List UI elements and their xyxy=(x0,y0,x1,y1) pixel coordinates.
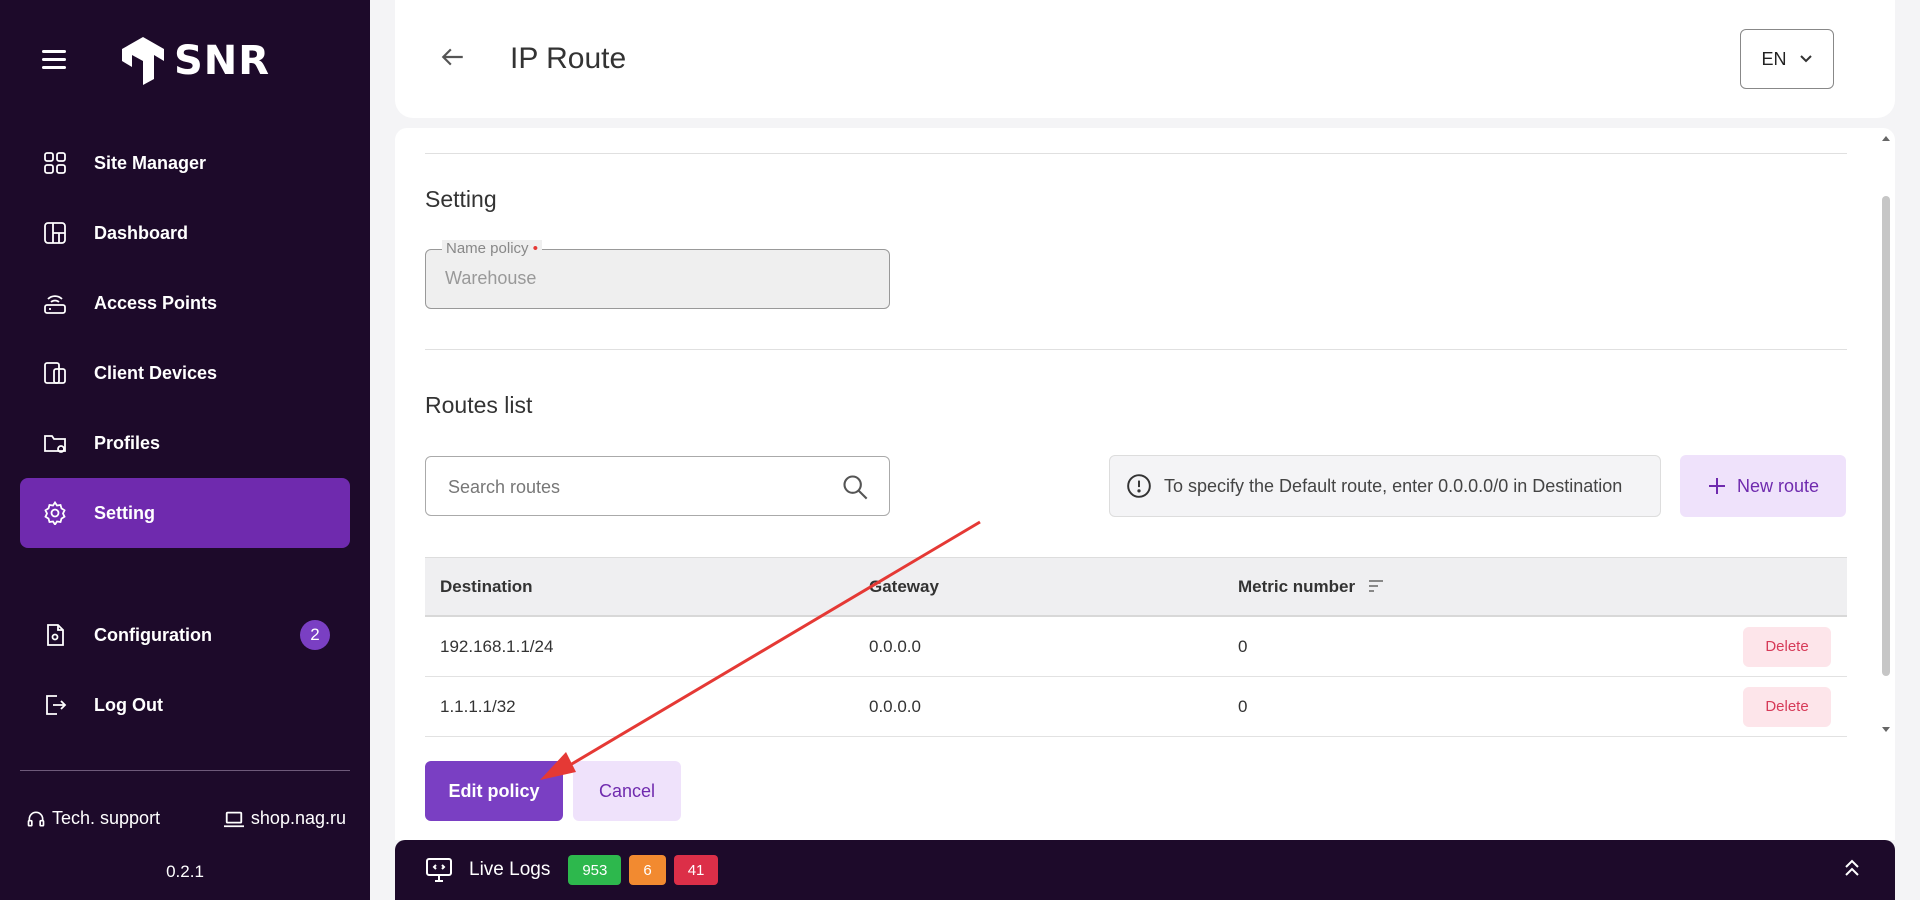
sidebar-footer: Tech. support shop.nag.ru xyxy=(26,808,346,829)
column-metric-label: Metric number xyxy=(1238,576,1356,596)
default-route-hint: To specify the Default route, enter 0.0.… xyxy=(1109,455,1661,517)
search-icon[interactable] xyxy=(841,473,869,501)
app-version: 0.2.1 xyxy=(166,862,204,881)
sidebar-item-label: Access Points xyxy=(94,292,218,313)
logout-icon xyxy=(42,692,68,718)
search-routes-input[interactable]: Search routes xyxy=(425,456,890,516)
access-point-icon xyxy=(42,290,68,316)
page-title: IP Route xyxy=(510,42,627,75)
page-header: IP Route EN xyxy=(395,0,1895,118)
sidebar-item-label: Dashboard xyxy=(94,222,189,243)
sidebar-item-label: Site Manager xyxy=(94,152,207,173)
logo-text: SNR xyxy=(174,38,271,84)
routes-table: Destination Gateway Metric number 192.16… xyxy=(425,557,1847,737)
sidebar: SNR Site Manager Dashboard Access Points… xyxy=(0,0,370,900)
shop-link[interactable]: shop.nag.ru xyxy=(223,808,346,829)
configuration-count-badge: 2 xyxy=(300,620,330,650)
sidebar-item-label: Configuration xyxy=(94,624,212,645)
shop-label: shop.nag.ru xyxy=(250,808,346,828)
cell-gateway: 0.0.0.0 xyxy=(869,696,921,716)
language-select[interactable]: EN xyxy=(1740,29,1834,89)
language-value: EN xyxy=(1761,48,1787,69)
sidebar-item-access-points[interactable]: Access Points xyxy=(20,268,350,338)
scrollbar[interactable] xyxy=(1880,134,1892,734)
sidebar-item-configuration[interactable]: Configuration 2 xyxy=(20,600,350,670)
sidebar-divider xyxy=(20,770,350,771)
cell-gateway: 0.0.0.0 xyxy=(869,636,921,656)
sort-icon[interactable] xyxy=(1368,579,1384,592)
scroll-down-icon[interactable] xyxy=(1880,726,1892,734)
live-logs-label: Live Logs xyxy=(469,859,551,880)
sidebar-item-label: Client Devices xyxy=(94,362,218,383)
scrollbar-thumb[interactable] xyxy=(1882,196,1890,676)
sidebar-item-setting[interactable]: Setting xyxy=(20,478,350,548)
secondary-nav: Configuration 2 Log Out xyxy=(20,600,350,740)
new-route-button[interactable]: New route xyxy=(1680,455,1846,517)
grid-icon xyxy=(42,150,68,176)
info-count-badge[interactable]: 953 xyxy=(568,855,622,885)
warning-count-badge[interactable]: 6 xyxy=(629,855,666,885)
delete-button[interactable]: Delete xyxy=(1743,626,1831,667)
name-policy-field[interactable]: Name policy • Warehouse xyxy=(425,240,890,309)
divider xyxy=(425,153,1847,154)
sidebar-item-label: Profiles xyxy=(94,432,161,453)
sidebar-item-profiles[interactable]: Profiles xyxy=(20,408,350,478)
sidebar-item-site-manager[interactable]: Site Manager xyxy=(20,128,350,198)
name-policy-value: Warehouse xyxy=(445,268,537,288)
back-arrow-icon[interactable] xyxy=(440,44,466,70)
tech-support-link[interactable]: Tech. support xyxy=(26,808,160,829)
gear-icon xyxy=(42,500,68,526)
folder-settings-icon xyxy=(42,430,68,456)
cancel-button[interactable]: Cancel xyxy=(573,761,681,821)
snr-logo-icon xyxy=(122,37,164,85)
sidebar-item-logout[interactable]: Log Out xyxy=(20,670,350,740)
required-marker: • xyxy=(532,240,538,257)
cell-destination: 192.168.1.1/24 xyxy=(440,636,554,656)
devices-icon xyxy=(42,360,68,386)
sidebar-item-client-devices[interactable]: Client Devices xyxy=(20,338,350,408)
name-policy-label-wrap: Name policy • xyxy=(442,240,542,257)
edit-policy-button[interactable]: Edit policy xyxy=(425,761,563,821)
monitor-code-icon xyxy=(426,858,452,882)
chevron-down-icon xyxy=(1799,55,1812,63)
main-nav: Site Manager Dashboard Access Points Cli… xyxy=(20,128,350,548)
cell-destination: 1.1.1.1/32 xyxy=(440,696,516,716)
ip-route-form: Setting Name policy • Warehouse Routes l… xyxy=(395,128,1895,740)
table-header: Destination Gateway Metric number xyxy=(425,557,1847,617)
column-gateway[interactable]: Gateway xyxy=(869,577,939,597)
dashboard-icon xyxy=(42,220,68,246)
hint-text: To specify the Default route, enter 0.0.… xyxy=(1164,475,1623,496)
table-row: 192.168.1.1/24 0.0.0.0 0 Delete xyxy=(425,617,1847,677)
live-logs-bar[interactable]: Live Logs 953 6 41 xyxy=(395,840,1895,900)
scroll-up-icon[interactable] xyxy=(1880,134,1892,142)
tech-support-label: Tech. support xyxy=(52,808,161,828)
info-circle-icon xyxy=(1127,474,1151,498)
config-file-icon xyxy=(42,622,68,648)
divider xyxy=(425,349,1847,350)
column-destination[interactable]: Destination xyxy=(440,577,533,597)
delete-button[interactable]: Delete xyxy=(1743,686,1831,727)
menu-toggle-icon[interactable] xyxy=(42,50,66,70)
error-count-badge[interactable]: 41 xyxy=(673,855,719,885)
form-actions: Edit policy Cancel xyxy=(395,740,1895,840)
headset-icon xyxy=(27,811,45,826)
routes-section-title: Routes list xyxy=(425,392,533,418)
chevrons-up-icon[interactable] xyxy=(1843,858,1861,878)
search-placeholder: Search routes xyxy=(448,477,561,497)
logo: SNR xyxy=(120,34,270,88)
name-policy-label: Name policy xyxy=(446,240,529,257)
sidebar-item-label: Log Out xyxy=(94,694,163,715)
cell-metric: 0 xyxy=(1238,636,1248,656)
table-row: 1.1.1.1/32 0.0.0.0 0 Delete xyxy=(425,677,1847,737)
cell-metric: 0 xyxy=(1238,696,1248,716)
laptop-icon xyxy=(223,811,244,827)
setting-section-title: Setting xyxy=(425,186,497,212)
new-route-label: New route xyxy=(1736,475,1820,496)
sidebar-item-dashboard[interactable]: Dashboard xyxy=(20,198,350,268)
plus-icon xyxy=(1708,478,1725,494)
column-metric[interactable]: Metric number xyxy=(1238,577,1384,597)
sidebar-item-label: Setting xyxy=(94,502,155,523)
